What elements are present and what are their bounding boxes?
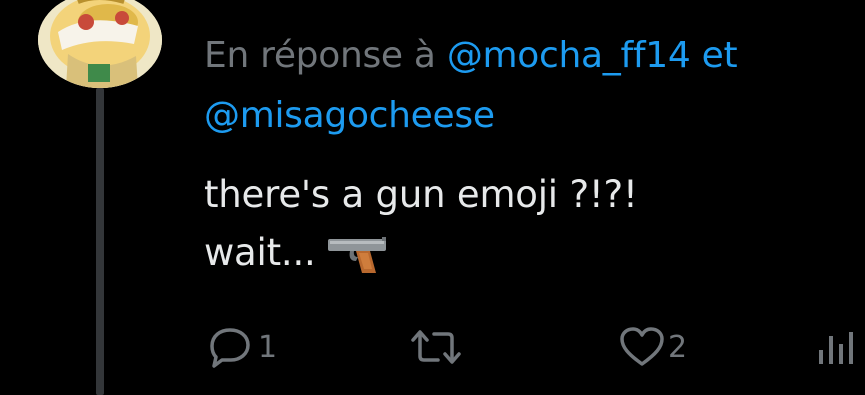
gun-emoji-icon bbox=[326, 234, 390, 292]
like-button[interactable]: 2 bbox=[618, 322, 687, 372]
reply-context: En réponse à @mocha_ff14 et @misagochees… bbox=[204, 26, 859, 146]
mention-link-mocha[interactable]: @mocha_ff14 bbox=[447, 35, 691, 76]
like-count: 2 bbox=[668, 329, 688, 365]
views-button[interactable] bbox=[816, 322, 856, 372]
avatar[interactable] bbox=[38, 0, 162, 88]
analytics-icon bbox=[816, 326, 856, 368]
tweet-text-line-1: there's a gun emoji ?!?! bbox=[204, 173, 638, 216]
retweet-button[interactable] bbox=[410, 322, 464, 372]
retweet-icon bbox=[410, 326, 462, 368]
tweet-text: there's a gun emoji ?!?! wait... bbox=[204, 166, 859, 292]
tweet-content: En réponse à @mocha_ff14 et @misagochees… bbox=[204, 26, 859, 292]
reply-bubble-icon bbox=[204, 326, 256, 368]
tweet-actions: 1 2 bbox=[204, 322, 859, 372]
tweet-text-line-2-text: wait... bbox=[204, 231, 316, 274]
reply-conjunction: et bbox=[701, 35, 738, 76]
heart-icon bbox=[618, 326, 666, 368]
avatar-image bbox=[38, 0, 162, 88]
reply-count: 1 bbox=[258, 329, 278, 365]
thread-line bbox=[96, 88, 104, 395]
tweet-text-line-2: wait... bbox=[204, 224, 859, 292]
reply-prefix: En réponse à bbox=[204, 35, 436, 76]
mention-link-misagocheese[interactable]: @misagocheese bbox=[204, 95, 495, 136]
reply-button[interactable]: 1 bbox=[204, 322, 277, 372]
